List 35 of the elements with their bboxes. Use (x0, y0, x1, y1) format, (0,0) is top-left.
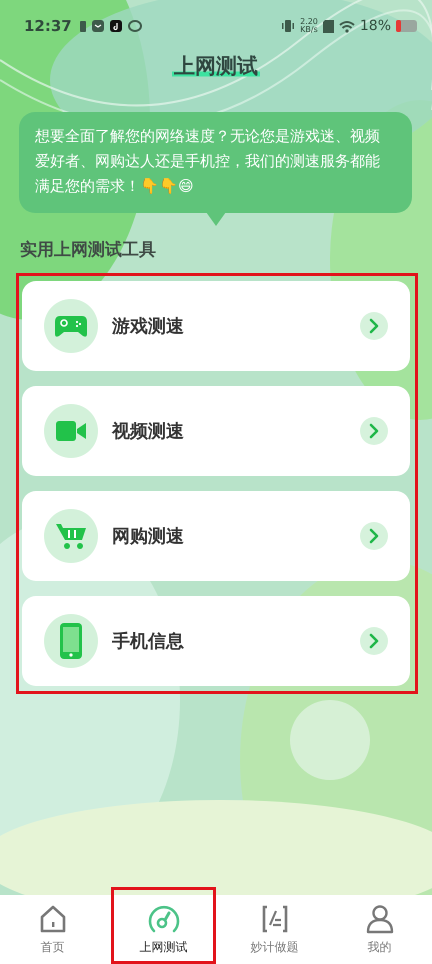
tool-label: 游戏测速 (112, 315, 185, 338)
tool-label: 网购测速 (112, 525, 185, 548)
speed-unit: KB/s (300, 26, 318, 34)
tool-card[interactable]: 视频测速 (22, 386, 410, 476)
shopping-cart-icon (56, 522, 86, 550)
gamepad-icon (54, 314, 88, 338)
chevron-right-icon (360, 522, 388, 550)
video-camera-icon (56, 421, 86, 441)
battery-level: 18% (360, 18, 391, 34)
network-speed: 2.20 (300, 18, 318, 26)
nav-tab[interactable]: 我的 (327, 895, 432, 964)
status-time: 12:37 (24, 17, 72, 35)
vibrate-icon (281, 19, 296, 33)
ring-icon (128, 20, 142, 32)
wifi-icon (338, 20, 355, 32)
nav-tab[interactable]: 上网测试 (111, 887, 216, 964)
bubble-tail (206, 212, 226, 226)
chevron-right-icon (360, 312, 388, 340)
notepad-icon (260, 904, 290, 934)
speech-bubble: 想要全面了解您的网络速度？无论您是游戏迷、视频爱好者、网购达人还是手机控，我们的测速服务都能满足您的需求！👇👇😄 (19, 112, 412, 213)
speedometer-icon (146, 904, 180, 934)
person-icon (364, 904, 394, 934)
nav-tab[interactable]: 妙计做题 (222, 895, 327, 964)
section-title: 实用上网测试工具 (20, 239, 157, 261)
tool-card[interactable]: 游戏测速 (22, 281, 410, 371)
phone-icon (60, 623, 82, 659)
chevron-right-icon (360, 417, 388, 445)
tool-card[interactable]: 手机信息 (22, 596, 410, 686)
house-icon (38, 904, 68, 934)
tool-label: 视频测速 (112, 420, 185, 443)
tool-card[interactable]: 网购测速 (22, 491, 410, 581)
nav-tab[interactable]: 首页 (0, 895, 105, 964)
chevron-right-icon (360, 627, 388, 655)
battery-icon (396, 20, 418, 32)
tool-label: 手机信息 (112, 630, 185, 653)
